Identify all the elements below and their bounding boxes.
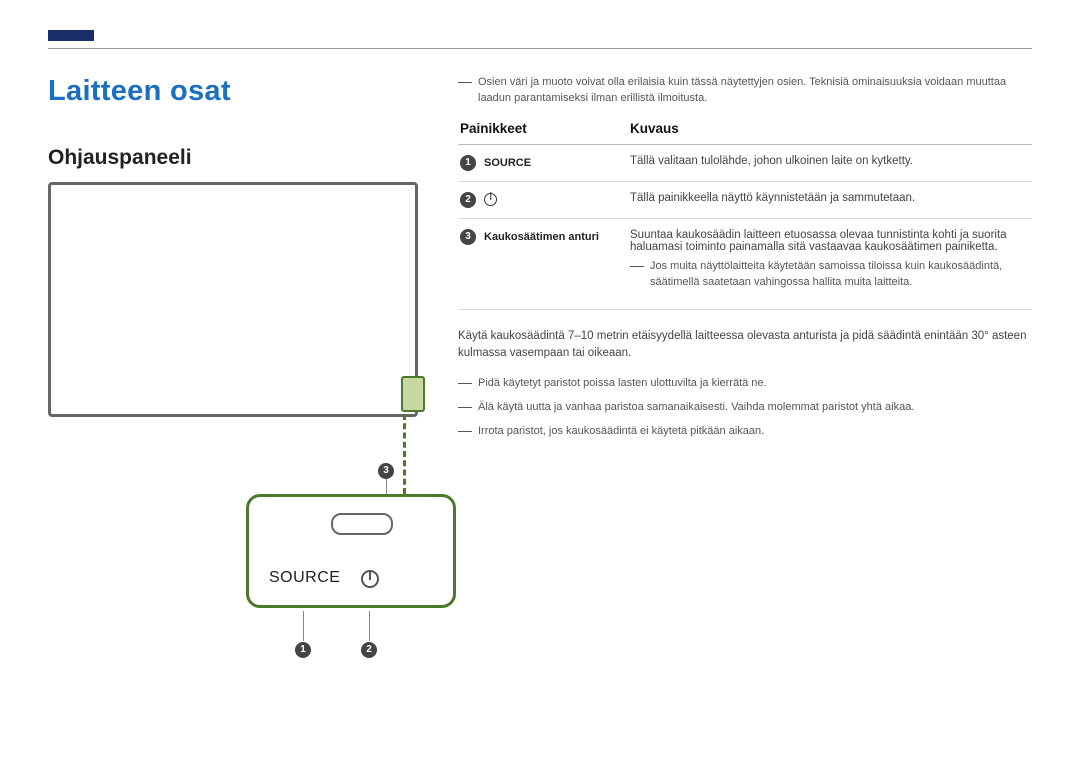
- bullet-text-1: Pidä käytetyt paristot poissa lasten ulo…: [478, 376, 767, 392]
- bullet-note: Älä käytä uutta ja vanhaa paristoa saman…: [458, 400, 1032, 416]
- row-badge-1: 1: [460, 155, 476, 171]
- note-dash-icon: [458, 407, 472, 408]
- subsection-title: Ohjauspaneeli: [48, 146, 458, 170]
- bullet-note: Pidä käytetyt paristot poissa lasten ulo…: [458, 376, 1032, 392]
- callout-badge-1: 1: [295, 642, 311, 658]
- power-icon: [484, 193, 497, 206]
- callout-badge-2: 2: [361, 642, 377, 658]
- row-desc-3: Suuntaa kaukosäädin laitteen etuosassa o…: [630, 229, 1024, 253]
- row-subnote: Jos muita näyttölaitteita käytetään samo…: [630, 259, 1024, 291]
- table-row: 3 Kaukosäätimen anturi Suuntaa kaukosääd…: [458, 218, 1032, 309]
- top-note-text: Osien väri ja muoto voivat olla erilaisi…: [478, 75, 1032, 107]
- control-panel-figure: 3 SOURCE 1 2: [48, 182, 428, 672]
- row-label-source: SOURCE: [484, 157, 531, 169]
- row-label-sensor: Kaukosäätimen anturi: [484, 231, 599, 243]
- table-row: 2 Tällä painikkeella näyttö käynnistetää…: [458, 181, 1032, 218]
- table-header-desc: Kuvaus: [628, 115, 1032, 145]
- control-panel-outline: SOURCE: [246, 494, 456, 608]
- note-dash-icon: [458, 431, 472, 432]
- buttons-table: Painikkeet Kuvaus 1 SOURCE Tällä valitaa…: [458, 115, 1032, 310]
- panel-ir-window: [331, 513, 393, 535]
- table-row: 1 SOURCE Tällä valitaan tulolähde, johon…: [458, 144, 1032, 181]
- bullet-note: Irrota paristot, jos kaukosäädintä ei kä…: [458, 424, 1032, 440]
- note-dash-icon: [630, 266, 644, 267]
- note-dash-icon: [458, 383, 472, 384]
- display-outline: [48, 182, 418, 417]
- remote-sensor-marker: [401, 376, 425, 412]
- usage-paragraph: Käytä kaukosäädintä 7–10 metrin etäisyyd…: [458, 328, 1032, 363]
- power-icon: [361, 570, 381, 590]
- row-desc-2: Tällä painikkeella näyttö käynnistetään …: [628, 181, 1032, 218]
- row-badge-2: 2: [460, 192, 476, 208]
- bullet-text-2: Älä käytä uutta ja vanhaa paristoa saman…: [478, 400, 914, 416]
- bullet-text-3: Irrota paristot, jos kaukosäädintä ei kä…: [478, 424, 764, 440]
- row-subnote-text: Jos muita näyttölaitteita käytetään samo…: [650, 259, 1024, 291]
- top-note: Osien väri ja muoto voivat olla erilaisi…: [458, 75, 1032, 107]
- callout-leader-1: [303, 611, 304, 641]
- table-header-buttons: Painikkeet: [458, 115, 628, 145]
- figure-connector-line: [403, 414, 406, 494]
- page-header-accent: [48, 30, 94, 41]
- panel-source-label: SOURCE: [269, 569, 340, 587]
- page-header-rule: [48, 48, 1032, 49]
- row-badge-3: 3: [460, 229, 476, 245]
- note-dash-icon: [458, 82, 472, 83]
- row-desc-1: Tällä valitaan tulolähde, johon ulkoinen…: [628, 144, 1032, 181]
- section-title: Laitteen osat: [48, 75, 458, 108]
- callout-leader-2: [369, 611, 370, 641]
- callout-badge-3: 3: [378, 463, 394, 479]
